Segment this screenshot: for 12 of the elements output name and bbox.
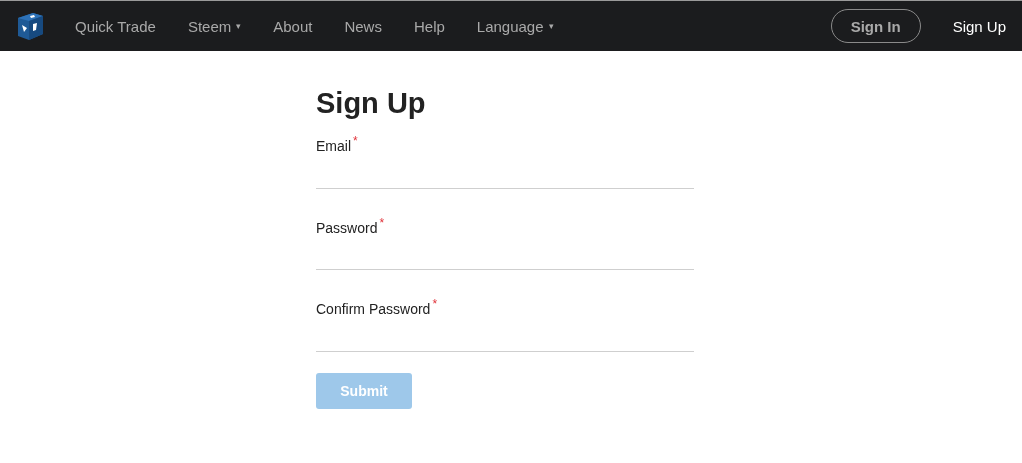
nav-link[interactable]: News [344, 17, 382, 35]
field-label: Confirm Password$^{*}$ [316, 297, 439, 317]
page-title: Sign Up [316, 87, 427, 120]
dropdown-menu-item[interactable]: Steem ▾ [187, 17, 242, 35]
nav-link[interactable]: Help [413, 17, 445, 35]
dropdown-menu-item[interactable]: Language ▾ [476, 17, 554, 35]
field-label: Email$^{*}$ [316, 134, 359, 154]
nav-link[interactable]: About [273, 17, 313, 35]
field-label: Password$^{*}$ [316, 215, 386, 236]
cube-logo-icon[interactable] [15, 10, 45, 42]
sign-up-link[interactable]: Sign Up [952, 17, 1006, 35]
nav-link[interactable]: Quick Trade [75, 17, 156, 35]
